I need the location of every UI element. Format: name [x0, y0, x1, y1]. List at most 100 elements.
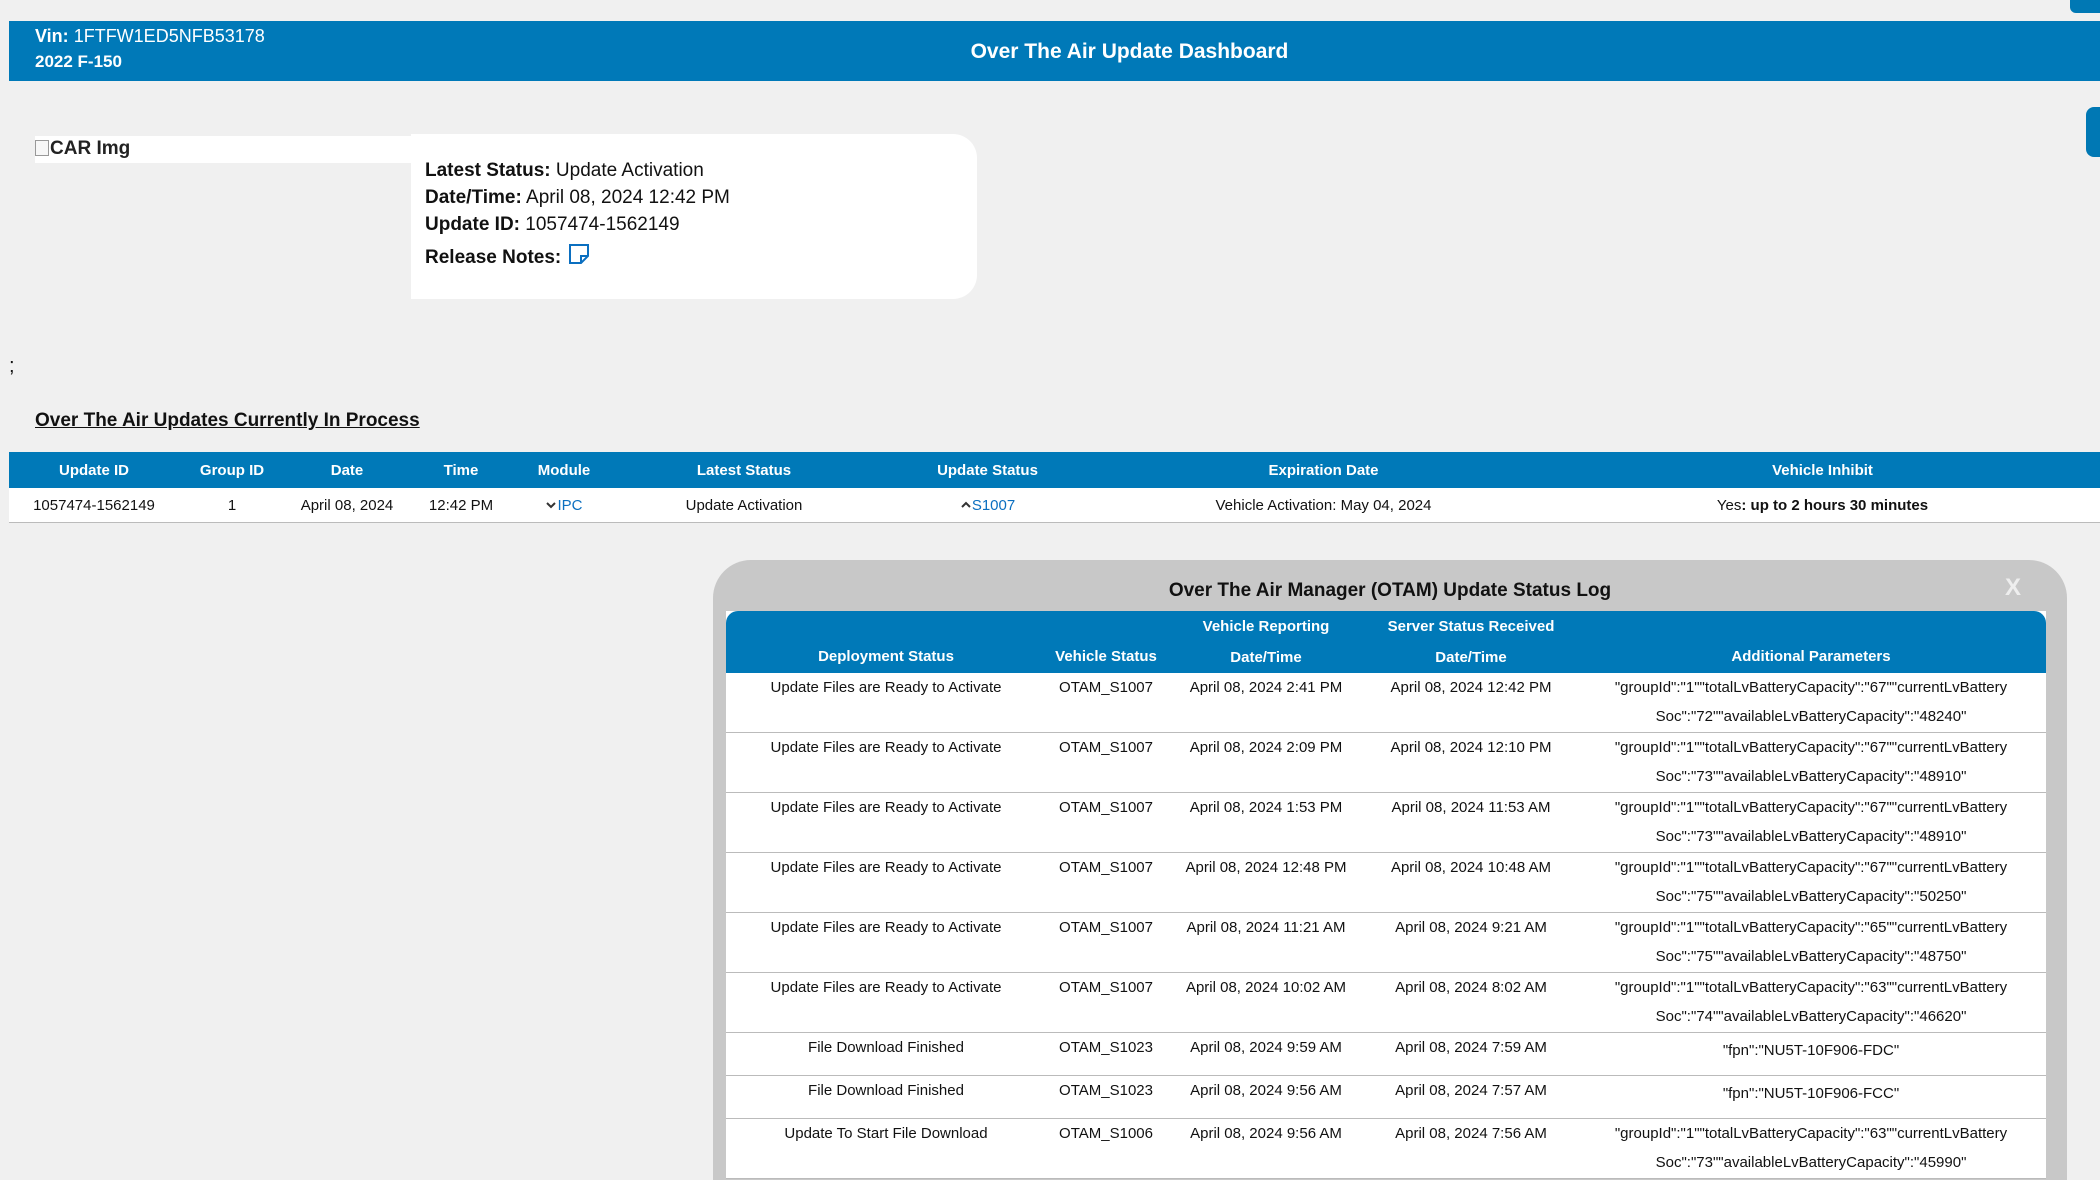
log-cell-reporting: April 08, 2024 10:02 AM	[1166, 972, 1366, 1033]
log-row: Update Files are Ready to Activate OTAM_S…	[726, 732, 2046, 793]
side-panel-tab[interactable]	[2086, 107, 2100, 157]
log-row: Update Files are Ready to Activate OTAM_S…	[726, 792, 2046, 853]
cell-time: 12:42 PM	[409, 488, 513, 523]
release-notes-label: Release Notes:	[425, 247, 562, 268]
log-cell-reporting-text: April 08, 2024 9:56 AM	[1190, 1125, 1342, 1142]
log-row: Update Files are Ready to Activate OTAM_S…	[726, 912, 2046, 973]
params-line-1: "groupId":"1""totalLvBatteryCapacity":"6…	[1614, 799, 2008, 816]
log-cell-server: April 08, 2024 12:42 PM	[1366, 673, 1576, 733]
log-cell-vehicle-status: OTAM_S1023	[1046, 1075, 1166, 1119]
log-cell-vehicle-status: OTAM_S1023	[1046, 1032, 1166, 1076]
section-title: Over The Air Updates Currently In Proces…	[35, 410, 420, 431]
params-line-1: "groupId":"1""totalLvBatteryCapacity":"6…	[1614, 739, 2008, 756]
log-cell-deployment-text: Update Files are Ready to Activate	[770, 679, 1002, 696]
log-cell-params: "groupId":"1""totalLvBatteryCapacity":"6…	[1576, 912, 2046, 973]
log-cell-vehicle-status-text: OTAM_S1023	[1059, 1039, 1153, 1056]
log-cell-server-text: April 08, 2024 7:59 AM	[1395, 1039, 1547, 1056]
dashboard-header: Vin: 1FTFW1ED5NFB53178 2022 F-150 Over T…	[9, 21, 2100, 81]
params-line-1: "groupId":"1""totalLvBatteryCapacity":"6…	[1614, 679, 2008, 696]
log-col-server-bottom: Date/Time	[1366, 642, 1576, 673]
params-line-1: "groupId":"1""totalLvBatteryCapacity":"6…	[1614, 979, 2008, 996]
params-line-2: Soc":"75""availableLvBatteryCapacity":"5…	[1655, 888, 1967, 905]
status-log-table: Deployment Status Vehicle Status Vehicle…	[726, 611, 2046, 1179]
broken-image-icon	[35, 140, 49, 156]
log-cell-reporting: April 08, 2024 9:59 AM	[1166, 1032, 1366, 1076]
corner-tab[interactable]	[2070, 0, 2100, 13]
params-line-1: "fpn":"NU5T-10F906-FCC"	[1722, 1085, 1900, 1102]
car-image: CAR Img	[35, 136, 411, 163]
log-row: Update Files are Ready to Activate OTAM_S…	[726, 673, 2046, 733]
chevron-down-icon[interactable]	[545, 497, 557, 514]
table-row: 1057474-1562149 1 April 08, 2024 12:42 P…	[9, 488, 2100, 523]
cell-expiration: Vehicle Activation: May 04, 2024	[1102, 488, 1545, 523]
datetime-value: April 08, 2024 12:42 PM	[526, 187, 730, 208]
latest-status-label: Latest Status:	[425, 160, 551, 181]
log-col-vehicle-status: Vehicle Status	[1046, 611, 1166, 673]
log-cell-server-text: April 08, 2024 8:02 AM	[1395, 979, 1547, 996]
log-cell-params: "groupId":"1""totalLvBatteryCapacity":"6…	[1576, 852, 2046, 913]
col-expiration-date: Expiration Date	[1102, 452, 1545, 488]
modal-title: Over The Air Manager (OTAM) Update Statu…	[1168, 580, 1612, 601]
log-cell-deployment: Update Files are Ready to Activate	[726, 673, 1046, 733]
log-cell-deployment-text: Update Files are Ready to Activate	[770, 859, 1002, 876]
module-link[interactable]: IPC	[557, 497, 582, 514]
log-cell-server-text: April 08, 2024 12:10 PM	[1390, 739, 1552, 756]
log-cell-vehicle-status-text: OTAM_S1007	[1059, 799, 1153, 816]
log-row: File Download Finished OTAM_S1023 April 08…	[726, 1032, 2046, 1076]
log-cell-params: "groupId":"1""totalLvBatteryCapacity":"6…	[1576, 972, 2046, 1033]
params-line-2: Soc":"74""availableLvBatteryCapacity":"4…	[1655, 1008, 1967, 1025]
log-cell-server-text: April 08, 2024 11:53 AM	[1391, 799, 1551, 816]
log-cell-deployment-text: Update Files are Ready to Activate	[770, 919, 1002, 936]
log-cell-deployment-text: Update Files are Ready to Activate	[770, 799, 1002, 816]
params-line-2: Soc":"73""availableLvBatteryCapacity":"4…	[1655, 768, 1967, 785]
cell-module: IPC	[513, 488, 615, 523]
log-cell-reporting-text: April 08, 2024 12:48 PM	[1185, 859, 1347, 876]
inhibit-detail: : up to 2 hours 30 minutes	[1741, 496, 1929, 514]
status-card: Latest Status: Update Activation Date/Ti…	[411, 134, 977, 299]
log-cell-server-text: April 08, 2024 9:21 AM	[1395, 919, 1547, 936]
log-row: File Download Finished OTAM_S1023 April 08…	[726, 1075, 2046, 1119]
car-image-alt: CAR Img	[50, 138, 131, 159]
cell-group-id: 1	[179, 488, 285, 523]
log-cell-vehicle-status: OTAM_S1007	[1046, 732, 1166, 793]
log-cell-deployment: Update Files are Ready to Activate	[726, 912, 1046, 973]
note-icon[interactable]	[567, 242, 591, 272]
log-cell-deployment: Update Files are Ready to Activate	[726, 732, 1046, 793]
latest-status-value: Update Activation	[555, 160, 704, 181]
chevron-up-icon[interactable]	[960, 497, 972, 514]
table-header-row: Update ID Group ID Date Time Module Late…	[9, 452, 2100, 488]
log-col-reporting-top: Vehicle Reporting	[1166, 611, 1366, 642]
log-cell-reporting: April 08, 2024 12:48 PM	[1166, 852, 1366, 913]
col-group-id: Group ID	[179, 452, 285, 488]
stray-text: ;	[9, 355, 15, 377]
cell-vehicle-inhibit: Yes: up to 2 hours 30 minutes	[1545, 488, 2100, 523]
log-cell-vehicle-status: OTAM_S1006	[1046, 1118, 1166, 1179]
cell-date: April 08, 2024	[285, 488, 409, 523]
log-cell-deployment: Update Files are Ready to Activate	[726, 972, 1046, 1033]
latest-status: Latest Status: Update Activation	[425, 160, 704, 182]
log-cell-reporting: April 08, 2024 2:41 PM	[1166, 673, 1366, 733]
cell-update-status: S1007	[873, 488, 1102, 523]
log-cell-server: April 08, 2024 7:59 AM	[1366, 1032, 1576, 1076]
log-cell-reporting-text: April 08, 2024 9:59 AM	[1190, 1039, 1342, 1056]
update-id-label: Update ID:	[425, 214, 520, 235]
log-cell-vehicle-status-text: OTAM_S1007	[1059, 739, 1153, 756]
update-status-link[interactable]: S1007	[972, 497, 1015, 514]
log-cell-params: "fpn":"NU5T-10F906-FDC"	[1576, 1032, 2046, 1076]
col-module: Module	[513, 452, 615, 488]
params-line-1: "groupId":"1""totalLvBatteryCapacity":"6…	[1614, 859, 2008, 876]
params-line-1: "groupId":"1""totalLvBatteryCapacity":"6…	[1614, 1125, 2008, 1142]
log-col-deployment: Deployment Status	[726, 611, 1046, 673]
log-cell-reporting: April 08, 2024 1:53 PM	[1166, 792, 1366, 853]
log-cell-params: "fpn":"NU5T-10F906-FCC"	[1576, 1075, 2046, 1119]
log-cell-deployment: File Download Finished	[726, 1032, 1046, 1076]
log-col-server-top: Server Status Received	[1366, 611, 1576, 642]
log-cell-server: April 08, 2024 11:53 AM	[1366, 792, 1576, 853]
log-cell-vehicle-status-text: OTAM_S1007	[1059, 979, 1153, 996]
log-cell-vehicle-status-text: OTAM_S1023	[1059, 1082, 1153, 1099]
col-update-id: Update ID	[9, 452, 179, 488]
cell-update-id: 1057474-1562149	[9, 488, 179, 523]
params-line-1: "fpn":"NU5T-10F906-FDC"	[1722, 1042, 1900, 1059]
log-header-row-1: Deployment Status Vehicle Status Vehicle…	[726, 611, 2046, 673]
close-icon[interactable]: X	[2005, 574, 2021, 602]
